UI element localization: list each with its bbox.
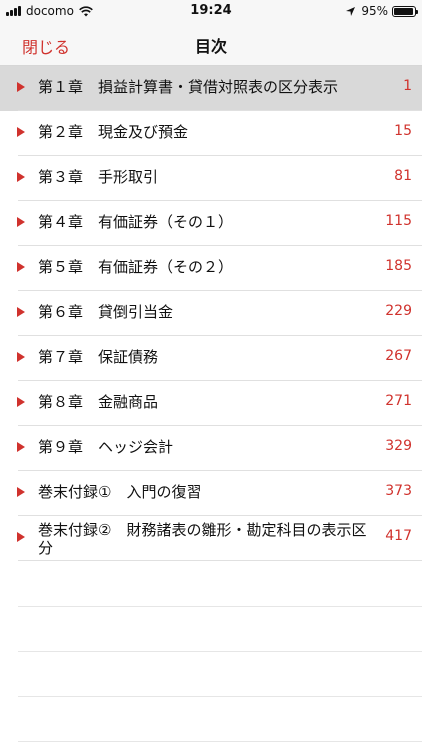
chapter-title: 第４章 有価証券（その１）: [38, 213, 234, 231]
disclosure-triangle-icon: [17, 172, 25, 182]
chapter-title: 第６章 貸倒引当金: [38, 303, 174, 321]
empty-row-divider: [18, 741, 422, 742]
toc-row[interactable]: 第８章 金融商品 271: [0, 381, 422, 426]
page-title: 目次: [194, 37, 227, 56]
toc-row[interactable]: 巻末付録② 財務諸表の雛形・勘定科目の表示区分 417: [0, 516, 422, 561]
chapter-title: 第８章 金融商品: [38, 393, 159, 411]
toc-row[interactable]: 第５章 有価証券（その２） 185: [0, 246, 422, 291]
toc-row[interactable]: 第９章 ヘッジ会計 329: [0, 426, 422, 471]
page-number: 373: [385, 483, 412, 499]
empty-row-divider: [18, 606, 422, 607]
disclosure-triangle-icon: [17, 217, 25, 227]
location-arrow-icon: [346, 6, 356, 16]
chapter-title: 第１章 損益計算書・貸借対照表の区分表示: [38, 78, 339, 96]
disclosure-triangle-icon: [17, 352, 25, 362]
page-number: 229: [385, 303, 412, 319]
page-number: 185: [385, 258, 412, 274]
page-number: 329: [385, 438, 412, 454]
toc-row[interactable]: 第６章 貸倒引当金 229: [0, 291, 422, 336]
nav-bar: 閉じる 目次: [0, 22, 422, 66]
page-number: 1: [403, 78, 412, 94]
empty-row-divider: [18, 696, 422, 697]
chapter-title: 第３章 手形取引: [38, 168, 159, 186]
chapter-title: 第７章 保証債務: [38, 348, 159, 366]
disclosure-triangle-icon: [17, 442, 25, 452]
toc-row[interactable]: 第７章 保証債務 267: [0, 336, 422, 381]
toc-row[interactable]: 巻末付録① 入門の復習 373: [0, 471, 422, 516]
status-right: 95%: [345, 3, 418, 19]
empty-row-divider: [18, 651, 422, 652]
chapter-title: 第５章 有価証券（その２）: [38, 258, 234, 276]
chapter-title: 巻末付録② 財務諸表の雛形・勘定科目の表示区分: [38, 521, 367, 557]
chapter-title: 巻末付録① 入門の復習: [38, 483, 202, 501]
status-bar: docomo 19:24 95%: [0, 0, 422, 22]
page-number: 267: [385, 348, 412, 364]
toc-row[interactable]: 第２章 現金及び預金 15: [0, 111, 422, 156]
battery-fill: [394, 7, 413, 15]
disclosure-triangle-icon: [17, 82, 25, 92]
disclosure-triangle-icon: [17, 487, 25, 497]
disclosure-triangle-icon: [17, 127, 25, 137]
chapter-title: 第２章 現金及び預金: [38, 123, 189, 141]
toc-row[interactable]: 第４章 有価証券（その１） 115: [0, 201, 422, 246]
disclosure-triangle-icon: [17, 307, 25, 317]
disclosure-triangle-icon: [17, 262, 25, 272]
row-divider: [18, 560, 422, 561]
page-number: 81: [394, 168, 412, 184]
chapter-title: 第９章 ヘッジ会計: [38, 438, 174, 456]
page-number: 417: [385, 528, 412, 544]
toc-list: 第１章 損益計算書・貸借対照表の区分表示 1 第２章 現金及び預金 15 第３章 手形取…: [0, 66, 422, 750]
toc-row[interactable]: 第３章 手形取引 81: [0, 156, 422, 201]
battery-icon: [392, 5, 418, 17]
page-number: 115: [385, 213, 412, 229]
page-number: 15: [394, 123, 412, 139]
disclosure-triangle-icon: [17, 532, 25, 542]
disclosure-triangle-icon: [17, 397, 25, 407]
toc-row[interactable]: 第１章 損益計算書・貸借対照表の区分表示 1: [0, 66, 422, 111]
battery-percent: 95%: [361, 4, 388, 18]
page-number: 271: [385, 393, 412, 409]
